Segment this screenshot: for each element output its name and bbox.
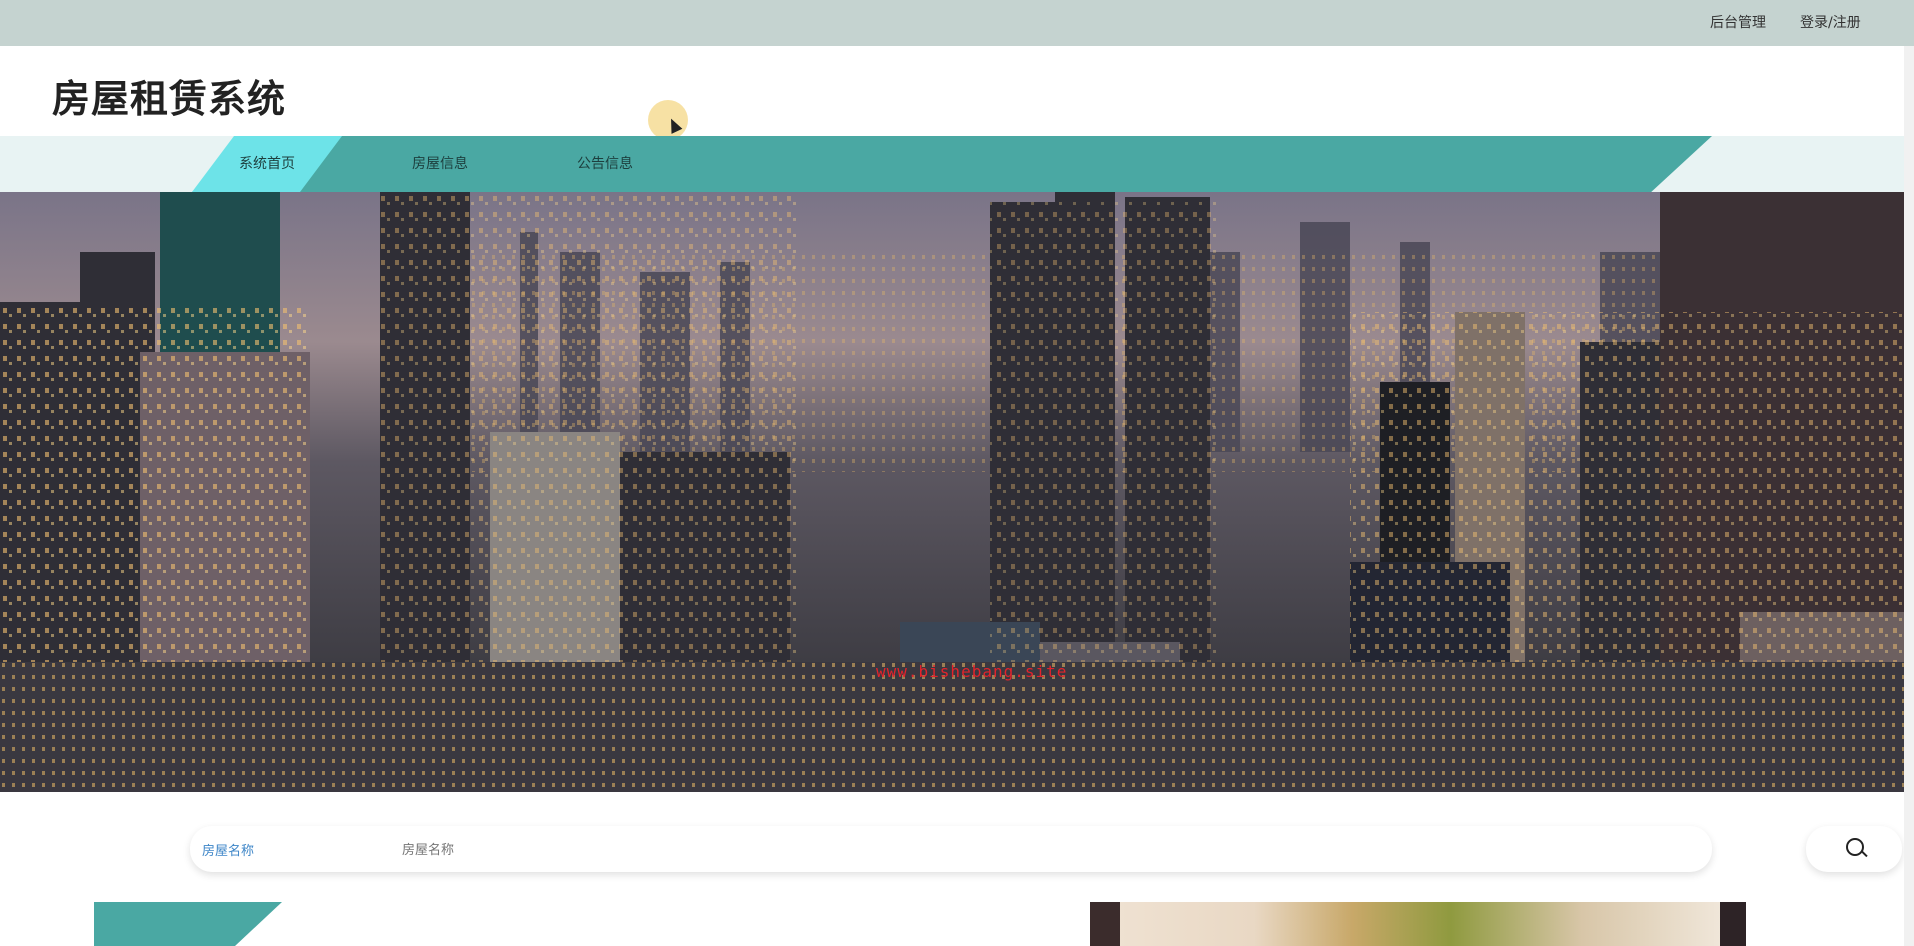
top-utility-bar: 后台管理 登录/注册 (0, 0, 1914, 46)
site-header: 房屋租赁系统 (0, 46, 1904, 136)
hero-banner: www.bishebang.site (0, 192, 1904, 792)
thumbnail-frame-left (1090, 902, 1120, 946)
nav-item-announcements[interactable]: 公告信息 (545, 136, 665, 192)
nav-strip: 系统首页 房屋信息 公告信息 (0, 136, 1904, 192)
watermark-text: www.bishebang.site (876, 662, 1068, 681)
search-bar: 房屋名称 (190, 826, 1712, 872)
scrollbar-track[interactable] (1904, 46, 1914, 946)
search-input[interactable] (400, 836, 1304, 864)
search-field-label: 房屋名称 (202, 844, 255, 859)
search-icon-handle (1861, 850, 1868, 858)
thumbnail-frame-right (1720, 902, 1746, 946)
search-icon (1846, 838, 1864, 856)
login-register-link[interactable]: 登录/注册 (1800, 12, 1861, 32)
section-heading-tab (94, 902, 282, 946)
nav-item-house-info[interactable]: 房屋信息 (390, 136, 490, 192)
page: 后台管理 登录/注册 房屋租赁系统 系统首页 房屋信息 公告信息 www.bis… (0, 0, 1914, 946)
search-button[interactable] (1806, 826, 1902, 872)
house-thumbnail-image[interactable] (1090, 902, 1746, 946)
site-title: 房屋租赁系统 (52, 77, 287, 121)
city-skyline-image (0, 192, 1904, 792)
admin-link[interactable]: 后台管理 (1710, 12, 1766, 32)
